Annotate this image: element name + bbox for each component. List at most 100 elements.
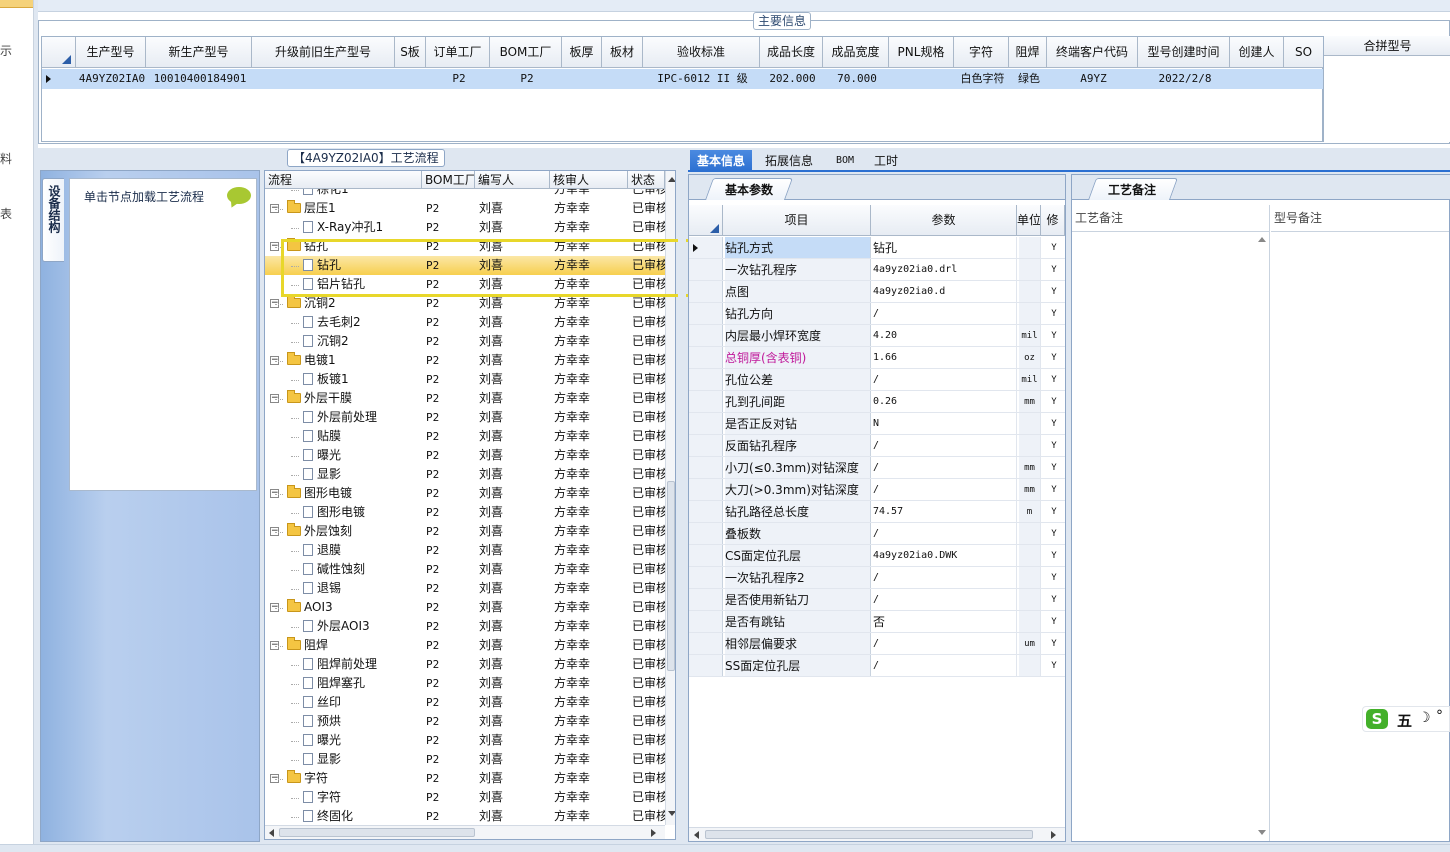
tree-row[interactable]: − 字符 P2 刘喜 方幸幸 已审核 bbox=[265, 769, 665, 788]
tree-node[interactable]: 预烘 bbox=[303, 712, 422, 731]
row-selector[interactable] bbox=[689, 655, 723, 676]
tree-node[interactable]: 显影 bbox=[303, 750, 422, 769]
param-row[interactable]: 是否正反对钻 N Y bbox=[689, 413, 1065, 435]
cell[interactable] bbox=[1232, 69, 1284, 89]
param-row[interactable]: 一次钻孔程序 4a9yz02ia0.drl Y bbox=[689, 259, 1065, 281]
tree-node[interactable]: 沉铜2 bbox=[303, 332, 422, 351]
column-header[interactable]: BOM工厂 bbox=[490, 37, 562, 68]
tree-node[interactable]: 阻焊前处理 bbox=[303, 655, 422, 674]
param-value[interactable]: 74.57 bbox=[873, 501, 1017, 522]
column-header[interactable]: 订单工厂 bbox=[426, 37, 490, 68]
tree-node[interactable]: 钻孔 bbox=[303, 256, 422, 275]
row-selector[interactable] bbox=[689, 633, 723, 654]
param-row[interactable]: 孔到孔间距 0.26 mm Y bbox=[689, 391, 1065, 413]
row-selector[interactable] bbox=[689, 303, 723, 324]
scroll-up-arrow-icon[interactable] bbox=[668, 177, 675, 182]
tree-column-header[interactable]: 编写人 bbox=[478, 171, 550, 189]
param-row[interactable]: 相邻层偏要求 / um Y bbox=[689, 633, 1065, 655]
cell[interactable]: 10010400184901 bbox=[148, 69, 252, 89]
tree-row[interactable]: 贴膜 P2 刘喜 方幸幸 已审核 bbox=[265, 427, 665, 446]
param-value[interactable]: / bbox=[873, 589, 1017, 610]
row-selector[interactable] bbox=[689, 523, 723, 544]
tree-row[interactable]: 字符 P2 刘喜 方幸幸 已审核 bbox=[265, 788, 665, 807]
param-value[interactable]: / bbox=[873, 567, 1017, 588]
row-selector[interactable] bbox=[689, 479, 723, 500]
param-value[interactable]: / bbox=[873, 303, 1017, 324]
tree-node[interactable]: 退锡 bbox=[303, 579, 422, 598]
tree-row[interactable]: 退锡 P2 刘喜 方幸幸 已审核 bbox=[265, 579, 665, 598]
tree-node[interactable]: 沉铜2 bbox=[287, 294, 422, 313]
cell[interactable]: 白色字符 bbox=[956, 69, 1009, 89]
param-row[interactable]: 孔位公差 / mil Y bbox=[689, 369, 1065, 391]
tree-row[interactable]: 终固化 P2 刘喜 方幸幸 已审核 bbox=[265, 807, 665, 823]
cell[interactable]: P2 bbox=[492, 69, 562, 89]
tree-node[interactable]: 碱性蚀刻 bbox=[303, 560, 422, 579]
grid-corner[interactable] bbox=[42, 37, 76, 68]
cell[interactable]: A9YZ bbox=[1049, 69, 1138, 89]
param-value[interactable]: 否 bbox=[873, 611, 1017, 632]
params-hscroll-right-icon[interactable] bbox=[1051, 831, 1056, 839]
tree-node[interactable]: 曝光 bbox=[303, 446, 422, 465]
tab-basic-info[interactable]: 基本信息 bbox=[690, 150, 752, 172]
cell[interactable] bbox=[564, 69, 602, 89]
param-value[interactable]: 4a9yz02ia0.d bbox=[873, 281, 1017, 302]
params-column-header[interactable]: 修 bbox=[1041, 205, 1065, 236]
tree-row[interactable]: − 图形电镀 P2 刘喜 方幸幸 已审核 bbox=[265, 484, 665, 503]
tree-row[interactable]: 去毛刺2 P2 刘喜 方幸幸 已审核 bbox=[265, 313, 665, 332]
notes-col1-scroll-up-icon[interactable] bbox=[1258, 237, 1266, 242]
column-header[interactable]: 成品长度 bbox=[760, 37, 823, 68]
tree-row[interactable]: 外层前处理 P2 刘喜 方幸幸 已审核 bbox=[265, 408, 665, 427]
param-row[interactable]: 是否使用新钻刀 / Y bbox=[689, 589, 1065, 611]
tree-row[interactable]: X-Ray冲孔1 P2 刘喜 方幸幸 已审核 bbox=[265, 218, 665, 237]
tree-node[interactable]: 曝光 bbox=[303, 731, 422, 750]
param-row[interactable]: 是否有跳钻否 Y bbox=[689, 611, 1065, 633]
param-row[interactable]: 叠板数 / Y bbox=[689, 523, 1065, 545]
tree-row[interactable]: 丝印 P2 刘喜 方幸幸 已审核 bbox=[265, 693, 665, 712]
tree-column-header[interactable]: 核审人 bbox=[553, 171, 628, 189]
param-row[interactable]: 反面钻孔程序 / Y bbox=[689, 435, 1065, 457]
param-value[interactable]: / bbox=[873, 479, 1017, 500]
param-value[interactable]: / bbox=[873, 523, 1017, 544]
tree-node[interactable]: 外层干膜 bbox=[287, 389, 422, 408]
params-corner[interactable] bbox=[689, 205, 723, 236]
cell[interactable]: 2022/2/8 bbox=[1140, 69, 1230, 89]
tree-node[interactable]: 外层蚀刻 bbox=[287, 522, 422, 541]
param-row[interactable]: 小刀(≤0.3mm)对钻深度 / mm Y bbox=[689, 457, 1065, 479]
column-header[interactable]: 字符 bbox=[954, 37, 1009, 68]
param-row[interactable]: 大刀(>0.3mm)对钻深度 / mm Y bbox=[689, 479, 1065, 501]
tree-node[interactable]: 退膜 bbox=[303, 541, 422, 560]
column-header[interactable]: 新生产型号 bbox=[146, 37, 252, 68]
param-row[interactable]: 钻孔方式 钻孔 Y bbox=[689, 237, 1065, 259]
tree-node[interactable]: AOI3 bbox=[287, 598, 422, 617]
tree-node[interactable]: 字符 bbox=[303, 788, 422, 807]
tree-row[interactable]: 显影 P2 刘喜 方幸幸 已审核 bbox=[265, 750, 665, 769]
cell[interactable] bbox=[254, 69, 395, 89]
params-column-header[interactable]: 单位 bbox=[1017, 205, 1041, 236]
tree-node[interactable]: 贴膜 bbox=[303, 427, 422, 446]
hscroll-right-arrow-icon[interactable] bbox=[651, 829, 656, 837]
scroll-down-arrow-icon[interactable] bbox=[668, 811, 675, 816]
cell[interactable] bbox=[1286, 69, 1324, 89]
param-row[interactable]: 钻孔方向 / Y bbox=[689, 303, 1065, 325]
tree-column-header[interactable]: 流程 bbox=[268, 171, 422, 189]
cell[interactable]: 70.000 bbox=[825, 69, 889, 89]
tree-node[interactable]: 棕化1 bbox=[303, 189, 422, 199]
row-selector[interactable] bbox=[689, 589, 723, 610]
tree-node[interactable]: 板镀1 bbox=[303, 370, 422, 389]
cell[interactable] bbox=[891, 69, 954, 89]
param-value[interactable]: / bbox=[873, 655, 1017, 676]
tree-node[interactable]: 丝印 bbox=[303, 693, 422, 712]
row-selector[interactable] bbox=[689, 325, 723, 346]
cell[interactable]: P2 bbox=[428, 69, 490, 89]
column-header[interactable]: 型号创建时间 bbox=[1138, 37, 1230, 68]
param-value[interactable]: N bbox=[873, 413, 1017, 434]
tree-row[interactable]: 阻焊前处理 P2 刘喜 方幸幸 已审核 bbox=[265, 655, 665, 674]
column-header[interactable]: 终端客户代码 bbox=[1047, 37, 1138, 68]
tree-column-header[interactable]: BOM工厂 bbox=[425, 171, 475, 189]
tree-vscroll[interactable] bbox=[665, 171, 675, 825]
cell[interactable]: 202.000 bbox=[762, 69, 823, 89]
tree-row[interactable]: 图形电镀 P2 刘喜 方幸幸 已审核 bbox=[265, 503, 665, 522]
param-row[interactable]: 一次钻孔程序2/ Y bbox=[689, 567, 1065, 589]
tree-node[interactable]: 去毛刺2 bbox=[303, 313, 422, 332]
params-hscroll-left-icon[interactable] bbox=[694, 831, 699, 839]
